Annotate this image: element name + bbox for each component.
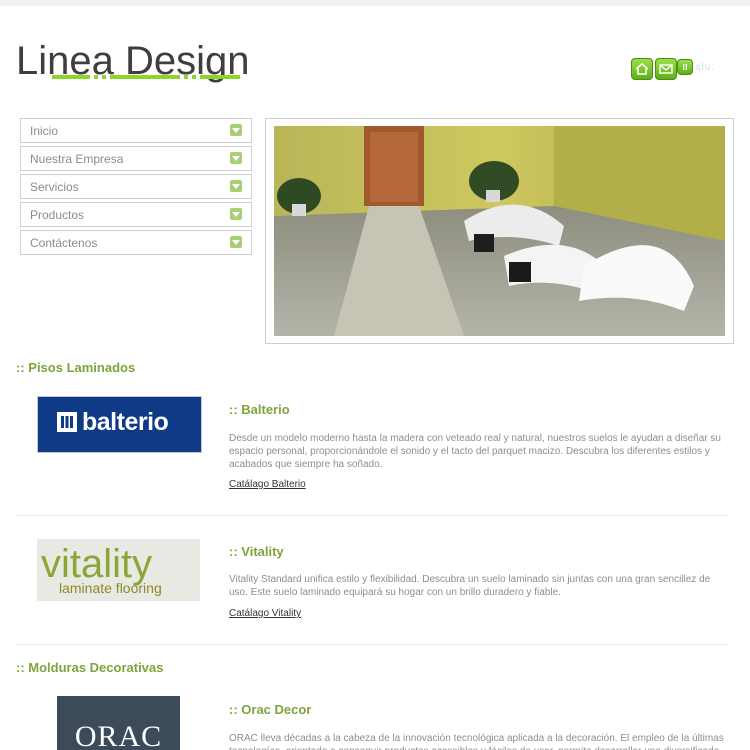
header-trail-text: alu. bbox=[695, 62, 716, 73]
divider bbox=[16, 644, 728, 645]
menu-item-nuestra-empresa[interactable]: Nuestra Empresa bbox=[20, 146, 252, 171]
main-menu: Inicio Nuestra Empresa Servicios Product… bbox=[20, 118, 252, 258]
mail-icon[interactable] bbox=[655, 58, 677, 80]
catalog-link-vitality[interactable]: Catálago Vitality bbox=[229, 608, 301, 619]
section-title-pisos-laminados: :: Pisos Laminados bbox=[16, 360, 136, 375]
product-description-vitality: Vitality Standard unifica estilo y flexi… bbox=[229, 574, 711, 598]
page: Linea Design alu. Inicio Nuestra Empresa… bbox=[0, 6, 750, 750]
menu-item-servicios[interactable]: Servicios bbox=[20, 174, 252, 199]
small-icon[interactable] bbox=[677, 59, 693, 75]
catalog-link-balterio[interactable]: Catálago Balterio bbox=[229, 479, 306, 490]
hero-image bbox=[265, 118, 734, 344]
product-description-balterio: Desde un modelo moderno hasta la madera … bbox=[229, 433, 721, 470]
product-title-vitality: :: Vitality bbox=[229, 544, 284, 559]
logo-graphic: Linea Design bbox=[16, 39, 250, 83]
menu-item-contactenos[interactable]: Contáctenos bbox=[20, 230, 252, 255]
divider bbox=[16, 515, 728, 516]
vitality-logo-graphic: vitality laminate flooring bbox=[41, 542, 162, 596]
orac-logo[interactable]: ORAC bbox=[57, 696, 180, 750]
orac-logo-text: ORAC bbox=[74, 720, 163, 750]
product-title-balterio: :: Balterio bbox=[229, 402, 290, 417]
balterio-logo-text: balterio bbox=[82, 408, 169, 436]
menu-item-label: Servicios bbox=[30, 180, 79, 194]
menu-item-label: Nuestra Empresa bbox=[30, 152, 124, 166]
product-description-orac-decor: ORAC lleva décadas a la cabeza de la inn… bbox=[229, 733, 724, 750]
menu-item-label: Contáctenos bbox=[30, 236, 98, 250]
balterio-mark-icon bbox=[57, 412, 77, 432]
home-icon[interactable] bbox=[631, 58, 653, 80]
section-title-molduras-decorativas: :: Molduras Decorativas bbox=[16, 660, 164, 675]
vitality-logo-subtext: laminate flooring bbox=[59, 580, 162, 596]
chevron-down-icon bbox=[230, 236, 242, 248]
chevron-down-icon bbox=[230, 208, 242, 220]
product-title-orac-decor: :: Orac Decor bbox=[229, 702, 312, 717]
chevron-down-icon bbox=[230, 180, 242, 192]
chevron-down-icon bbox=[230, 124, 242, 136]
menu-item-inicio[interactable]: Inicio bbox=[20, 118, 252, 143]
menu-item-productos[interactable]: Productos bbox=[20, 202, 252, 227]
showroom-illustration bbox=[274, 126, 725, 336]
chevron-down-icon bbox=[230, 152, 242, 164]
vitality-logo[interactable]: vitality laminate flooring bbox=[37, 539, 200, 601]
menu-item-label: Inicio bbox=[30, 124, 59, 138]
balterio-logo[interactable]: balterio bbox=[37, 396, 202, 453]
site-logo[interactable]: Linea Design bbox=[14, 30, 300, 88]
menu-item-label: Productos bbox=[30, 208, 85, 222]
